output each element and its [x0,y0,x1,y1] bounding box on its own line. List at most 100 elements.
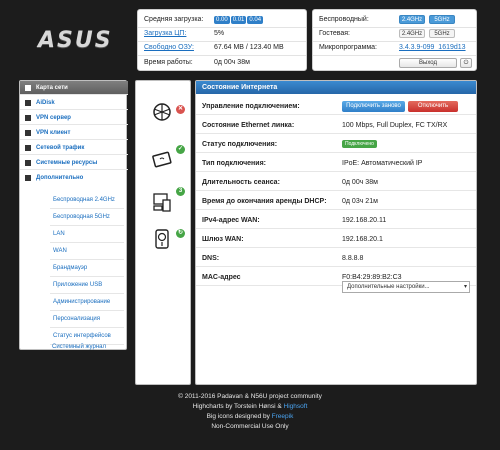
advanced-settings-select[interactable]: Дополнительные настройки... ▾ [342,281,470,293]
sidebar-sub-usb[interactable]: Приложение USB [53,278,102,292]
sidebar-sub-wireless-24[interactable]: Беспроводная 2.4GHz [53,193,115,207]
select-value: Дополнительные настройки... [347,284,430,290]
row-value: 100 Mbps, Full Duplex, FC TX/RX [342,122,448,129]
wireless-panel: Беспроводный: 2.4GHz 5GHz Гостевая: 2.4G… [312,9,477,71]
sidebar-item-aidisk[interactable]: AiDisk [20,96,128,110]
logo-text: ASUS [38,28,113,53]
dhcp-lease-row: Время до окончания аренды DHCP: 0д 03ч 2… [196,193,476,210]
row-value: 192.168.20.1 [342,236,383,243]
vpn-server-icon [25,115,31,121]
highsoft-link[interactable]: Highsoft [284,403,308,410]
connection-status-row: Статус подключения: Подключено [196,136,476,153]
footer-copyright: © 2011-2016 Padavan & N56U project commu… [178,393,322,400]
sidebar-item-network-map[interactable]: Карта сети [20,81,128,95]
sidebar-label: Системные ресурсы [36,160,98,166]
row-label: Шлюз WAN: [202,236,244,243]
wireless-24-button[interactable]: 2.4GHz [399,15,425,24]
footer-icons: Big icons designed by Freepik [0,413,500,420]
connection-type-row: Тип подключения: IPoE: Автоматический IP [196,155,476,172]
firmware-link[interactable]: 3.4.3.9-099_1619d13 [399,42,466,54]
sidebar-label: Сетевой трафик [36,145,85,151]
sidebar-sub-personalization[interactable]: Персонализация [53,312,100,326]
power-icon[interactable]: ⏻ [460,58,472,68]
cpu-value: 5% [214,30,225,37]
sidebar-label: VPN сервер [36,115,71,121]
sidebar-item-vpn-server[interactable]: VPN сервер [20,111,128,125]
sidebar-item-vpn-client[interactable]: VPN клиент [20,126,128,140]
load-1m: 0.00 [214,16,230,24]
clients-devices-icon[interactable] [151,191,173,213]
row-label: Тип подключения: [202,160,266,167]
wireless-client-icon[interactable] [151,149,173,171]
row-value: 0д 00ч 38м [342,179,378,186]
sidebar-item-traffic[interactable]: Сетевой трафик [20,141,128,155]
clients-count-badge: 3 [176,187,185,196]
wan-gateway-row: Шлюз WAN: 192.168.20.1 [196,231,476,248]
wan-ipv4-row: IPv4-адрес WAN: 192.168.20.11 [196,212,476,229]
panel-title: Состояние Интернета [196,81,476,94]
sidebar-label: VPN клиент [36,130,71,136]
session-duration-row: Длительность сеанса: 0д 00ч 38м [196,174,476,191]
home-icon [25,85,31,91]
row-value: 0д 03ч 21м [342,198,378,205]
row-label: DNS: [202,255,220,262]
load-15m: 0.04 [247,16,264,24]
load-label: Средняя загрузка: [144,16,204,23]
disconnected-status-icon: ✕ [176,105,185,114]
sidebar-sub-firewall[interactable]: Брандмауэр [53,261,87,275]
wrench-icon [25,175,31,181]
sidebar-sub-wan[interactable]: WAN [53,244,67,258]
usb-disk-icon[interactable] [151,228,173,250]
internet-status-panel: Состояние Интернета Управление подключен… [195,80,477,385]
ram-value: 67.64 MB / 123.40 MB [214,44,284,51]
row-value: IPoE: Автоматический IP [342,160,423,167]
ok-status-icon: ✓ [176,145,185,154]
sidebar-label: AiDisk [36,100,55,106]
dns-row: DNS: 8.8.8.8 [196,250,476,267]
cpu-link[interactable]: Загрузка ЦП: [144,28,186,40]
row-label: MAC-адрес [202,274,241,281]
ram-row: Свободно ОЗУ: 67.64 MB / 123.40 MB [138,42,306,54]
refresh-status-icon: ↻ [176,229,185,238]
sidebar-item-advanced[interactable]: Дополнительно [20,171,128,185]
resources-icon [25,160,31,166]
row-value: 192.168.20.11 [342,217,387,224]
guest-24-button[interactable]: 2.4GHz [399,29,425,38]
row-label: Время до окончания аренды DHCP: [202,198,327,205]
sidebar-label: Карта сети [36,85,68,91]
freepik-link[interactable]: Freepik [272,413,294,420]
sidebar-sub-syslog[interactable]: Системный журнал [52,340,106,354]
cpu-row: Загрузка ЦП: 5% [138,28,306,40]
uptime-label: Время работы: [144,59,193,66]
wireless-5-button[interactable]: 5GHz [429,15,455,24]
connection-control-row: Управление подключением: Подключить зано… [196,98,476,115]
uptime-row: Время работы: 0д 00ч 38м [138,57,306,69]
load-row: Средняя загрузка: 0.00 0.01 0.04 [138,14,306,26]
sidebar-sub-wireless-5[interactable]: Беспроводная 5GHz [53,210,110,224]
row-label: Статус подключения: [202,141,278,148]
sidebar-item-resources[interactable]: Системные ресурсы [20,156,128,170]
firmware-label: Микропрограмма: [319,44,377,51]
guest-label: Гостевая: [319,30,351,37]
footer-icons-text: Big icons designed by [206,413,272,420]
traffic-icon [25,145,31,151]
asus-logo: ASUS [38,28,113,53]
row-label: IPv4-адрес WAN: [202,217,260,224]
guest-5-button[interactable]: 5GHz [429,29,455,38]
logout-button[interactable]: Выход [399,58,457,68]
wireless-label: Беспроводный: [319,16,369,23]
ram-link[interactable]: Свободно ОЗУ: [144,42,194,54]
row-value: 8.8.8.8 [342,255,364,262]
load-values: 0.00 0.01 0.04 [214,14,264,26]
internet-globe-icon[interactable] [151,101,173,123]
footer-license: Non-Commercial Use Only [211,423,289,430]
sidebar-sub-lan[interactable]: LAN [53,227,65,241]
row-label: Состояние Ethernet линка: [202,122,295,129]
disconnect-button[interactable]: Отключить [408,101,458,112]
row-label: Управление подключением: [202,103,300,110]
reconnect-button[interactable]: Подключить заново [342,101,405,112]
sidebar-label: Дополнительно [36,175,84,181]
system-status-panel: Средняя загрузка: 0.00 0.01 0.04 Загрузка … [137,9,307,71]
disk-icon [25,100,31,106]
sidebar-sub-admin[interactable]: Администрирование [53,295,110,309]
